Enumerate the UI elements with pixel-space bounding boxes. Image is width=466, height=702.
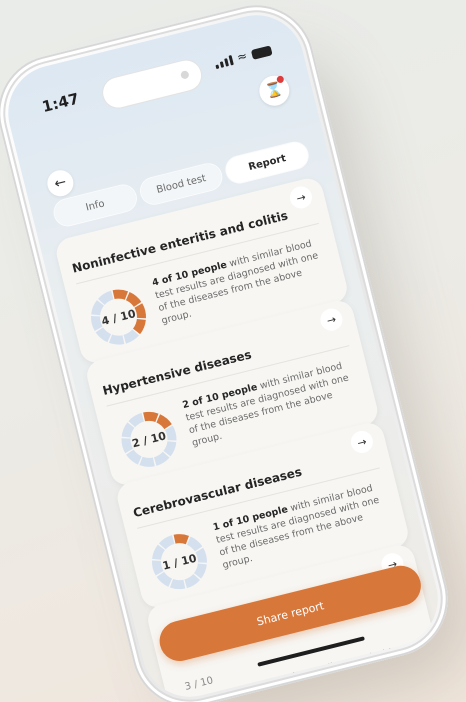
hourglass-button[interactable]: ⌛: [256, 72, 293, 109]
wifi-icon: ≈: [235, 48, 249, 65]
ratio-label: 1 / 10: [161, 551, 198, 573]
tab-blood-test[interactable]: Blood test: [137, 161, 225, 207]
notification-dot: [276, 75, 285, 84]
arrow-left-icon: ←: [52, 174, 68, 193]
battery-icon: [250, 45, 273, 60]
phone-frame: 1:47 ≈ ⌛ ← Info Blood test Report → Noni…: [0, 0, 461, 702]
arrow-right-icon[interactable]: →: [318, 306, 345, 334]
hourglass-icon: ⌛: [263, 80, 285, 101]
card-highlight: [252, 682, 255, 693]
card-text: test results are diagnosed with one of t…: [251, 641, 417, 702]
status-bar: 1:47 ≈: [5, 32, 304, 128]
arrow-right-icon[interactable]: →: [287, 184, 315, 211]
card-description: test results are diagnosed with one of t…: [251, 639, 426, 702]
signal-icon: [214, 55, 234, 70]
phone-screen: 1:47 ≈ ⌛ ← Info Blood test Report → Noni…: [0, 5, 448, 702]
system-icons: ≈: [213, 43, 273, 70]
arrow-right-icon[interactable]: →: [348, 428, 376, 456]
ratio-label: 2 / 10: [130, 428, 168, 450]
back-button[interactable]: ←: [44, 167, 77, 199]
dynamic-island: [99, 57, 205, 111]
tab-report[interactable]: Report: [223, 139, 311, 186]
ratio-label: 4 / 10: [100, 306, 137, 328]
camera-icon: [180, 70, 190, 80]
status-time: 1:47: [40, 89, 81, 117]
